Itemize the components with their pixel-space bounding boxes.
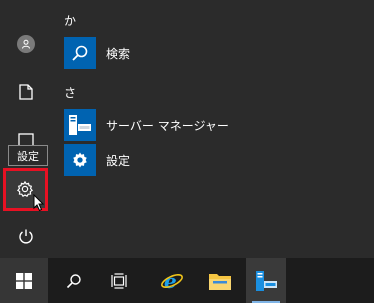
- documents-icon[interactable]: [12, 78, 40, 106]
- app-label: サーバー マネージャー: [106, 118, 229, 133]
- file-explorer-button[interactable]: [198, 258, 242, 303]
- start-menu: 設定 か 検索 さ サーバー マネージャー 設定: [0, 0, 374, 258]
- settings-icon: [16, 180, 34, 198]
- gear-icon: [64, 144, 96, 176]
- group-header-sa: さ: [64, 86, 77, 100]
- app-label: 検索: [106, 46, 131, 61]
- start-rail: 設定: [0, 0, 52, 258]
- group-header-ka: か: [64, 14, 77, 28]
- app-settings[interactable]: 設定: [64, 144, 130, 176]
- app-server-manager[interactable]: サーバー マネージャー: [64, 109, 229, 141]
- app-label: 設定: [106, 153, 131, 168]
- internet-explorer-icon: e: [161, 269, 183, 293]
- user-avatar-icon[interactable]: [12, 30, 40, 58]
- settings-rail-button[interactable]: [3, 168, 48, 212]
- windows-start-icon: [16, 272, 32, 289]
- internet-explorer-button[interactable]: e: [150, 258, 194, 303]
- taskbar-search-button[interactable]: [52, 258, 96, 303]
- start-button[interactable]: [0, 258, 48, 303]
- taskbar: e: [0, 258, 374, 303]
- server-manager-icon: [256, 270, 277, 291]
- server-manager-taskbar-button[interactable]: [246, 258, 286, 303]
- file-explorer-icon: [209, 273, 231, 290]
- power-icon[interactable]: [12, 222, 40, 250]
- app-search[interactable]: 検索: [64, 37, 130, 69]
- settings-tooltip: 設定: [8, 145, 48, 166]
- svg-text:e: e: [164, 269, 177, 293]
- mouse-cursor-icon: [33, 194, 45, 212]
- task-view-button[interactable]: [98, 258, 142, 303]
- server-manager-icon: [64, 109, 96, 141]
- task-view-icon: [111, 272, 127, 289]
- search-icon: [66, 273, 81, 288]
- search-icon: [64, 37, 96, 69]
